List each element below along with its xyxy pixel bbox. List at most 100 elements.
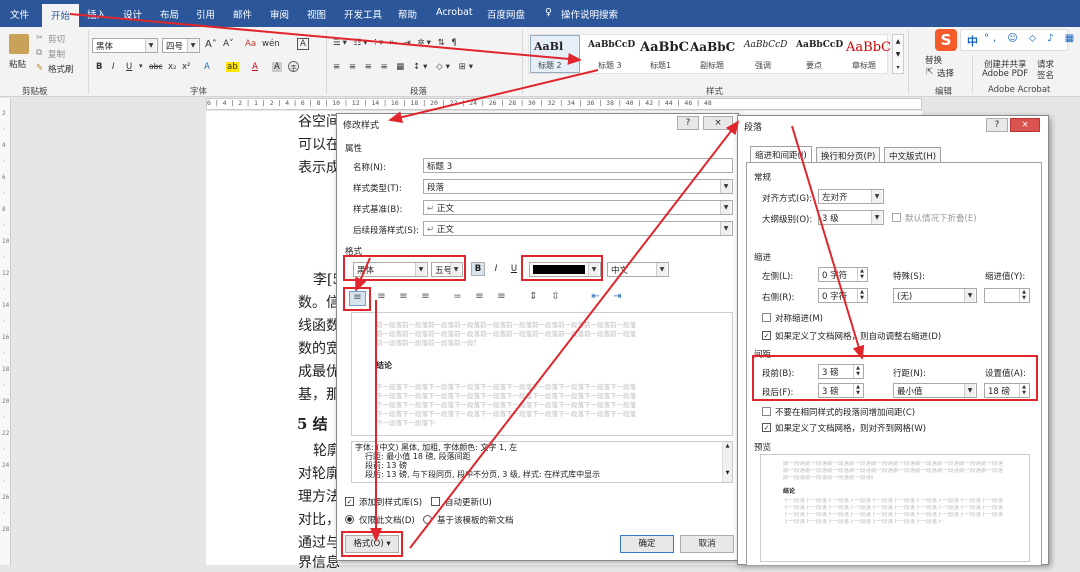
help-button[interactable]: ? (677, 116, 699, 130)
spinner-icon[interactable]: ▲ ▼ (853, 384, 862, 397)
superscript-button[interactable]: x² (182, 62, 190, 72)
style-name[interactable]: 标题 3 (598, 60, 622, 71)
alignment-select[interactable]: 左对齐 ▼ (818, 189, 884, 204)
style-name-input[interactable]: 标题 3 (423, 158, 733, 173)
tab-home[interactable]: 开始 (42, 4, 80, 27)
paste-button[interactable]: 粘贴 (9, 58, 26, 70)
outline-level-select[interactable]: 3 级 ▼ (818, 210, 884, 225)
line-spacing-single-icon[interactable]: = (449, 291, 466, 306)
align-left-button[interactable]: ≡ (349, 291, 366, 306)
tab-layout[interactable]: 布局 (160, 7, 179, 21)
bold-button[interactable]: B (96, 62, 102, 72)
increase-spacing-icon[interactable]: ⇕ (525, 291, 542, 306)
tab-developer[interactable]: 开发工具 (344, 7, 382, 21)
sogou-ime-logo[interactable]: S (935, 29, 957, 51)
style-name[interactable]: 副标题 (700, 60, 724, 71)
style-type-select[interactable]: 段落 ▼ (423, 179, 733, 194)
close-button[interactable]: × (703, 116, 733, 130)
increase-indent-icon[interactable]: ⇥ (609, 291, 626, 306)
close-button[interactable]: × (1010, 118, 1040, 132)
right-indent-input[interactable]: 0 字符 ▲ ▼ (818, 288, 868, 303)
font-color-icon[interactable]: A (252, 62, 258, 72)
italic-button[interactable]: I (112, 62, 115, 72)
italic-toggle[interactable]: I (489, 262, 503, 276)
replace-button[interactable]: 替换 (925, 54, 942, 66)
underline-toggle[interactable]: U (507, 262, 521, 276)
tab-review[interactable]: 审阅 (270, 7, 289, 21)
spinner-icon[interactable]: ▲ ▼ (857, 289, 866, 302)
horizontal-ruler[interactable]: 6 | 4 | 2 | 1 | 2 | 4 | 6 | 8 | 10 | 12 … (206, 98, 922, 110)
decrease-indent-icon[interactable]: ⇤ (587, 291, 604, 306)
tell-me-search[interactable]: 操作说明搜索 (561, 7, 618, 21)
style-name[interactable]: 要点 (806, 60, 822, 71)
phonetic-icon[interactable]: wén (262, 39, 280, 49)
space-after-input[interactable]: 3 磅 ▲ ▼ (818, 383, 864, 398)
special-select[interactable]: (无) ▼ (893, 288, 977, 303)
snap-to-grid-checkbox[interactable]: ✓ (762, 423, 771, 432)
enclose-char-icon[interactable]: 字 (288, 61, 299, 72)
strikethrough-button[interactable]: abc (149, 62, 162, 71)
align-buttons-icon[interactable]: ≡ ≡ ≡ ≡ ▦ ↕▾ ◇▾ ⊞▾ (333, 62, 476, 72)
ime-lang-toggle[interactable]: 中 (967, 33, 978, 49)
spinner-icon[interactable]: ▲ ▼ (1019, 384, 1028, 397)
spinner-icon[interactable]: ▲ ▼ (853, 365, 862, 378)
format-painter-button[interactable]: 格式刷 (48, 63, 74, 75)
style-name[interactable]: 标题 2 (538, 60, 562, 71)
bullets-icon[interactable]: ☰▾ ☷▾ ⁝▾ ⇤ ⇥ ✲▾ ⇅ ¶ (333, 38, 459, 48)
cut-button[interactable]: 剪切 (48, 33, 65, 45)
ime-tool-icons[interactable]: °, ☺ ⬦ ♪ ▦ (984, 33, 1078, 44)
grow-font-icon[interactable]: A˄ (205, 39, 217, 50)
space-before-input[interactable]: 3 磅 ▲ ▼ (818, 364, 864, 379)
tab-asian-typography[interactable]: 中文版式(H) (884, 147, 942, 162)
tab-insert[interactable]: 插入 (87, 7, 106, 21)
script-select[interactable]: 中文 ▼ (607, 262, 669, 277)
desc-scrollbar[interactable]: ▲ ▼ (722, 442, 732, 482)
highlight-icon[interactable]: ab (226, 62, 239, 72)
subscript-button[interactable]: x₂ (168, 62, 176, 72)
shrink-font-icon[interactable]: A˅ (223, 39, 234, 49)
tab-baidu[interactable]: 百度网盘 (487, 7, 525, 21)
copy-button[interactable]: 复制 (48, 48, 65, 60)
collapse-checkbox[interactable] (892, 213, 901, 222)
styles-scroll-buttons[interactable]: ▲ ▼ ▾ (892, 34, 904, 74)
char-border-icon[interactable]: A (297, 38, 309, 50)
clear-format-icon[interactable]: Aa (245, 39, 256, 49)
spinner-icon[interactable]: ▲ ▼ (1019, 289, 1028, 302)
new-doc-radio[interactable] (423, 515, 432, 524)
align-right-button[interactable]: ≡ (395, 291, 412, 306)
help-button[interactable]: ? (986, 118, 1008, 132)
justify-button[interactable]: ≡ (417, 291, 434, 306)
tab-acrobat[interactable]: Acrobat (436, 7, 473, 18)
no-space-same-style-checkbox[interactable] (762, 407, 771, 416)
chevron-down-icon[interactable]: ▾ (139, 62, 143, 70)
line-spacing-double-icon[interactable]: ≡ (493, 291, 510, 306)
char-shading-icon[interactable]: A (272, 62, 282, 72)
style-name[interactable]: 章标题 (852, 60, 876, 71)
indent-by-input[interactable]: ▲ ▼ (984, 288, 1030, 303)
select-button[interactable]: 选择 (937, 67, 954, 79)
auto-update-checkbox[interactable] (431, 497, 440, 506)
tab-design[interactable]: 设计 (123, 7, 142, 21)
underline-button[interactable]: U (126, 62, 132, 72)
font-size-select[interactable]: 四号 ▼ (162, 38, 200, 53)
tab-file[interactable]: 文件 (10, 7, 29, 21)
text-effects-icon[interactable]: A (204, 62, 210, 72)
line-spacing-15-icon[interactable]: ≡ (471, 291, 488, 306)
tab-line-page-breaks[interactable]: 换行和分页(P) (816, 147, 881, 162)
bold-toggle[interactable]: B (471, 262, 485, 276)
font-name-select[interactable]: 黑体 ▼ (92, 38, 158, 53)
align-center-button[interactable]: ≡ (373, 291, 390, 306)
tab-view[interactable]: 视图 (307, 7, 326, 21)
spinner-icon[interactable]: ▲ ▼ (857, 268, 866, 281)
tab-references[interactable]: 引用 (196, 7, 215, 21)
based-on-select[interactable]: ↵ 正文 ▼ (423, 200, 733, 215)
tab-indents-spacing[interactable]: 缩进和间距(I) (750, 146, 812, 162)
left-indent-input[interactable]: 0 字符 ▲ ▼ (818, 267, 868, 282)
auto-indent-checkbox[interactable]: ✓ (762, 331, 771, 340)
tab-mailings[interactable]: 邮件 (233, 7, 252, 21)
style-name[interactable]: 强调 (755, 60, 771, 71)
next-style-select[interactable]: ↵ 正文 ▼ (423, 221, 733, 236)
decrease-spacing-icon[interactable]: ⇳ (547, 291, 564, 306)
line-spacing-at-input[interactable]: 18 磅 ▲ ▼ (984, 383, 1030, 398)
ok-button[interactable]: 确定 (620, 535, 674, 553)
